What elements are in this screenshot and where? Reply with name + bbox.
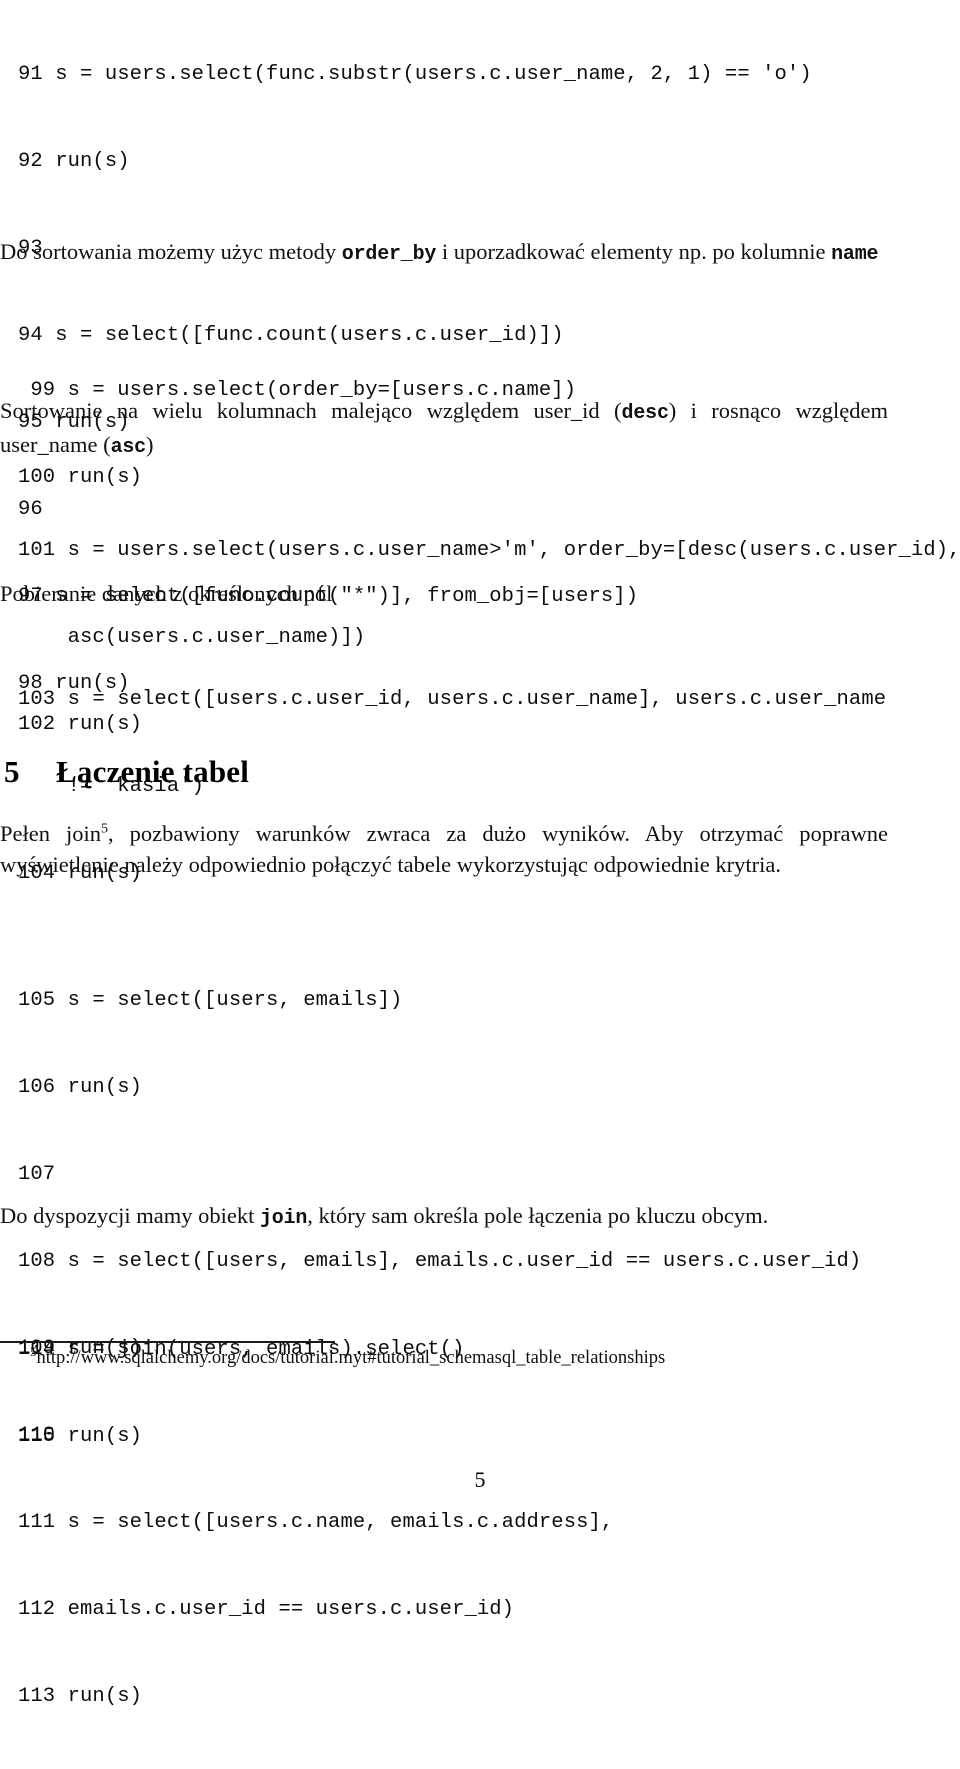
page-number: 5 <box>474 1467 486 1492</box>
inline-code-join: join <box>259 1207 308 1230</box>
section-title: Łączenie tabel <box>56 754 250 789</box>
code-line: 113 run(s) <box>18 1685 143 1708</box>
paragraph-text: i uporzadkować elementy np. po kolumnie <box>436 239 832 264</box>
paragraph-join-object: Do dyspozycji mamy obiekt join, który sa… <box>0 1200 888 1234</box>
code-line: 91 s = users.select(func.substr(users.c.… <box>18 63 812 86</box>
inline-code-order-by: order_by <box>341 243 437 266</box>
paragraph-text: Do dyspozycji mamy obiekt <box>0 1203 260 1228</box>
section-heading: 5 Łączenie tabel <box>4 754 249 790</box>
code-line: 105 s = select([users, emails]) <box>18 989 403 1012</box>
paragraph-fields: Pobieranie danych z określonych pól <box>0 578 888 609</box>
paragraph-text: Pobieranie danych z określonych pól <box>0 581 333 606</box>
paragraph-text: , który sam określa pole łączenia po klu… <box>307 1203 769 1228</box>
footnote-separator <box>0 1341 335 1343</box>
code-line: 115 run(s) <box>18 1425 143 1448</box>
paragraph-sorting: Do sortowania możemy użyc metody order_b… <box>0 236 888 270</box>
paragraph-text: Sortowanie na wielu kolumnach malejąco w… <box>0 398 622 423</box>
paragraph-join-intro: Pełen join5, pozbawiony warunków zwraca … <box>0 818 888 880</box>
paragraph-text: ) <box>145 432 154 457</box>
code-line: 108 s = select([users, emails], emails.c… <box>18 1250 862 1273</box>
paragraph-text: , pozbawiony warunków zwraca za dużo wyn… <box>0 821 888 877</box>
code-line: 103 s = select([users.c.user_id, users.c… <box>18 688 887 711</box>
footnote-url: http://www.sqlalchemy.org/docs/tutorial.… <box>36 1348 666 1368</box>
paragraph-text: Do sortowania możemy użyc metody <box>0 239 342 264</box>
paragraph-multicolumn-sorting: Sortowanie na wielu kolumnach malejąco w… <box>0 395 888 463</box>
document-page: 91 s = users.select(func.substr(users.c.… <box>0 0 960 1708</box>
footnote: 5http://www.sqlalchemy.org/docs/tutorial… <box>0 1345 666 1370</box>
inline-code-asc: asc <box>110 436 147 459</box>
code-line: 112 emails.c.user_id == users.c.user_id) <box>18 1598 515 1621</box>
code-line: 106 run(s) <box>18 1076 143 1099</box>
code-line: 101 s = users.select(users.c.user_name>'… <box>18 539 960 562</box>
section-number: 5 <box>4 754 20 789</box>
code-line: 92 run(s) <box>18 150 130 173</box>
inline-code-desc: desc <box>621 402 669 425</box>
paragraph-text: Pełen join <box>0 821 102 846</box>
code-line: 111 s = select([users.c.name, emails.c.a… <box>18 1511 614 1534</box>
inline-code-name: name <box>831 243 879 266</box>
code-line: 107 <box>18 1163 56 1186</box>
footnote-marker: 5 <box>101 821 109 837</box>
